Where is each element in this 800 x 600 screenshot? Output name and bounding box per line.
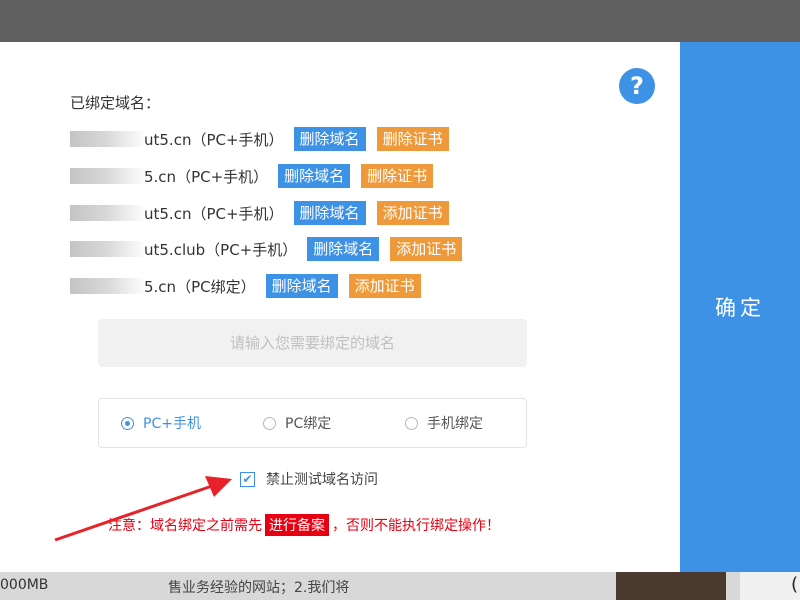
domain-name: 5.cn（PC+手机） bbox=[70, 165, 269, 187]
delete-domain-button[interactable]: 删除域名 bbox=[293, 127, 366, 151]
confirm-button[interactable]: 确定 bbox=[680, 42, 800, 572]
filing-notice: 注意：域名绑定之前需先 进行备案 ，否则不能执行绑定操作！ bbox=[108, 514, 500, 536]
bound-domains-title: 已绑定域名： bbox=[70, 94, 161, 112]
domain-row: 5.cn（PC绑定） 删除域名 添加证书 bbox=[70, 273, 432, 299]
domain-name: ut5.cn（PC+手机） bbox=[70, 202, 284, 224]
radio-label: 手机绑定 bbox=[427, 416, 483, 432]
binding-type-group: PC+手机 PC绑定 手机绑定 bbox=[98, 398, 527, 448]
add-certificate-button[interactable]: 添加证书 bbox=[390, 237, 463, 261]
checkbox-label: 禁止测试域名访问 bbox=[266, 472, 378, 488]
radio-pc-mobile[interactable]: PC+手机 bbox=[121, 399, 201, 447]
radio-unchecked-icon[interactable] bbox=[263, 416, 276, 430]
delete-domain-button[interactable]: 删除域名 bbox=[293, 201, 366, 225]
background-thumbnail: ( bbox=[740, 572, 800, 600]
domain-input[interactable] bbox=[98, 319, 527, 367]
domain-binding-dialog bbox=[0, 42, 680, 572]
domain-name: 5.cn（PC绑定） bbox=[70, 275, 256, 297]
checkmark-icon[interactable]: ✔ bbox=[240, 471, 255, 487]
background-description-text: 售业务经验的网站；2.我们将 bbox=[168, 580, 350, 596]
domain-row: 5.cn（PC+手机） 删除域名 删除证书 bbox=[70, 163, 444, 189]
domain-row: ut5.cn（PC+手机） 删除域名 删除证书 bbox=[70, 126, 460, 152]
radio-label: PC+手机 bbox=[143, 416, 201, 432]
add-certificate-button[interactable]: 添加证书 bbox=[348, 274, 421, 298]
domain-row: ut5.cn（PC+手机） 删除域名 添加证书 bbox=[70, 200, 460, 226]
top-overlay-bar bbox=[0, 0, 800, 42]
delete-certificate-button[interactable]: 删除证书 bbox=[376, 127, 449, 151]
radio-mobile-only[interactable]: 手机绑定 bbox=[405, 399, 483, 447]
help-icon[interactable]: ? bbox=[619, 68, 655, 104]
notice-prefix: 注意：域名绑定之前需先 bbox=[108, 518, 262, 534]
add-certificate-button[interactable]: 添加证书 bbox=[376, 201, 449, 225]
notice-suffix: ，否则不能执行绑定操作！ bbox=[332, 518, 500, 534]
domain-row: ut5.club（PC+手机） 删除域名 添加证书 bbox=[70, 236, 473, 262]
radio-label: PC绑定 bbox=[285, 416, 332, 432]
delete-domain-button[interactable]: 删除域名 bbox=[265, 274, 338, 298]
background-storage-text: 000MB bbox=[0, 577, 49, 593]
filing-link[interactable]: 进行备案 bbox=[265, 514, 329, 536]
delete-domain-button[interactable]: 删除域名 bbox=[278, 164, 351, 188]
radio-unchecked-icon[interactable] bbox=[405, 416, 418, 430]
radio-checked-icon[interactable] bbox=[121, 416, 134, 430]
delete-certificate-button[interactable]: 删除证书 bbox=[361, 164, 434, 188]
domain-name: ut5.cn（PC+手机） bbox=[70, 128, 284, 150]
background-thumbnail bbox=[616, 572, 726, 600]
domain-name: ut5.club（PC+手机） bbox=[70, 238, 298, 260]
block-test-domain-option[interactable]: ✔ 禁止测试域名访问 bbox=[240, 468, 378, 490]
radio-pc-only[interactable]: PC绑定 bbox=[263, 399, 331, 447]
delete-domain-button[interactable]: 删除域名 bbox=[307, 237, 380, 261]
